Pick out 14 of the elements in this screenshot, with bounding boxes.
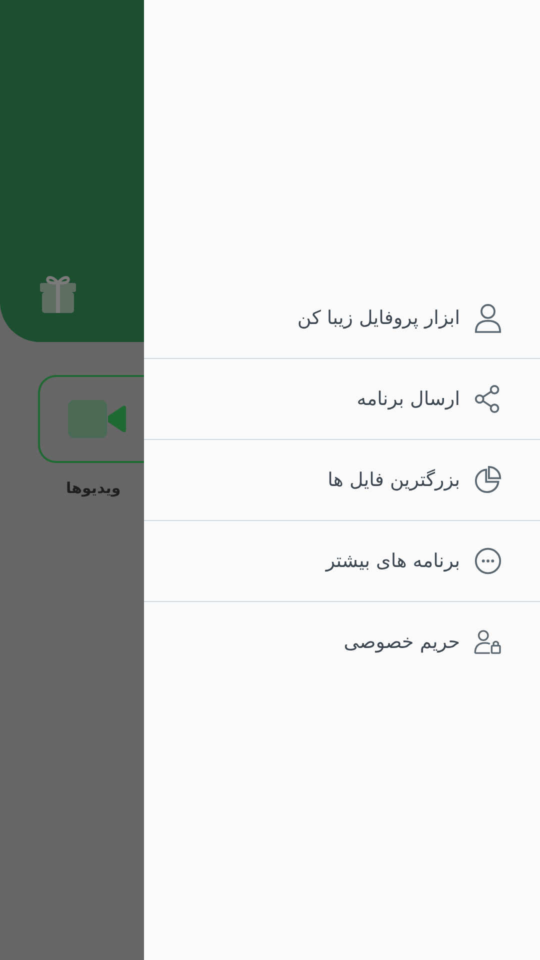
more-icon	[474, 547, 502, 575]
share-icon	[474, 385, 502, 413]
video-card[interactable]	[38, 375, 144, 463]
video-label: ویدیوها	[66, 479, 121, 497]
pie-chart-icon	[474, 466, 502, 494]
video-camera-icon	[68, 400, 126, 438]
menu-item[interactable]: بزرگترین فایل ها	[144, 440, 540, 520]
gift-icon	[38, 273, 78, 315]
menu-item[interactable]: ابزار پروفایل زیبا کن	[144, 278, 540, 358]
user-lock-icon	[474, 630, 502, 654]
menu-item[interactable]: برنامه های بیشتر	[144, 521, 540, 601]
person-icon	[474, 302, 502, 334]
menu-item[interactable]: حریم خصوصی	[144, 602, 540, 682]
menu-item[interactable]: ارسال برنامه	[144, 359, 540, 439]
